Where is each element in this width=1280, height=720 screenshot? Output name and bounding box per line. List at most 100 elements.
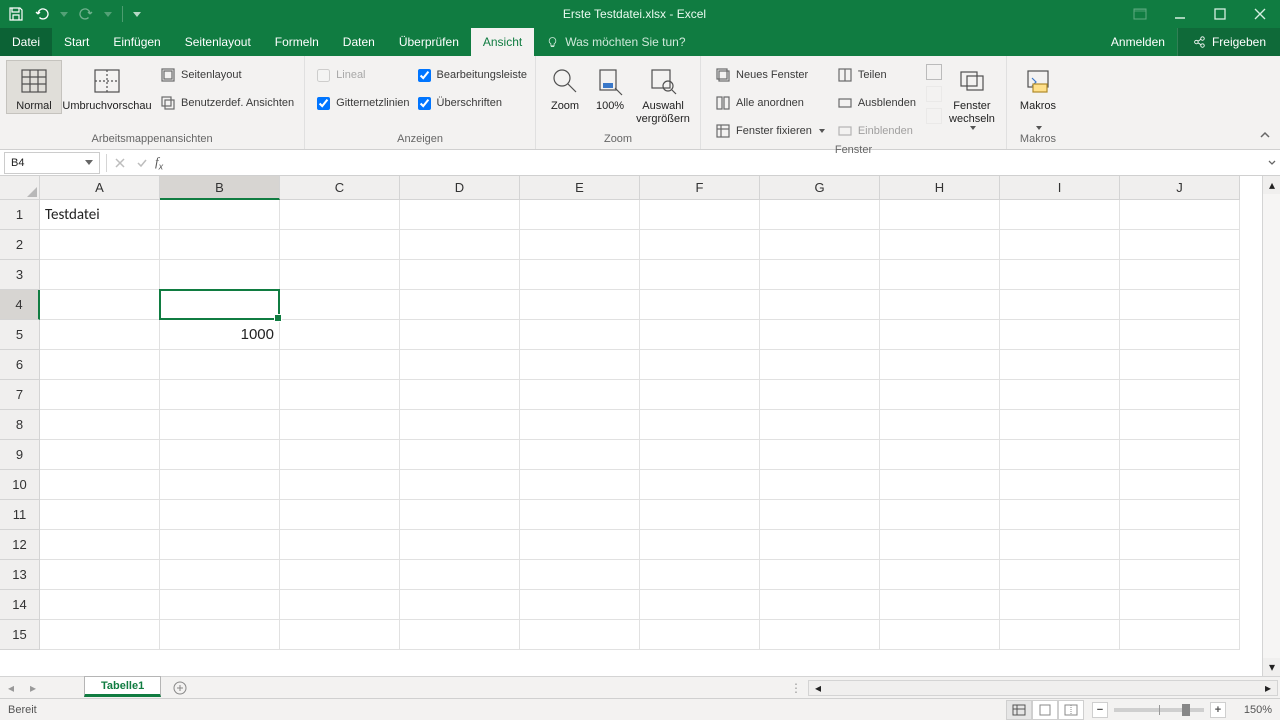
row-header[interactable]: 2 [0,230,40,260]
cell[interactable] [400,560,520,590]
cell[interactable] [760,230,880,260]
cell[interactable] [1120,410,1240,440]
freeze-panes-button[interactable]: Fenster fixieren [713,120,827,142]
cell[interactable] [640,230,760,260]
cell[interactable] [880,320,1000,350]
view-side-by-side-icon[interactable] [926,64,942,80]
cell[interactable] [400,410,520,440]
name-box[interactable]: B4 [4,152,100,174]
row-header[interactable]: 7 [0,380,40,410]
share-button[interactable]: Freigeben [1177,28,1280,56]
tab-start[interactable]: Start [52,28,101,56]
row-header[interactable]: 9 [0,440,40,470]
cell[interactable] [160,380,280,410]
tell-me-search[interactable]: Was möchten Sie tun? [534,28,1099,56]
cell[interactable] [160,500,280,530]
cell[interactable] [1120,290,1240,320]
cell[interactable] [1120,590,1240,620]
cell[interactable] [160,350,280,380]
formula-bar-expand-icon[interactable] [1264,158,1280,168]
cell[interactable] [1120,200,1240,230]
cell[interactable] [760,320,880,350]
row-header[interactable]: 3 [0,260,40,290]
cell[interactable] [160,530,280,560]
cell[interactable] [280,320,400,350]
cell[interactable] [520,320,640,350]
cell[interactable] [520,560,640,590]
cell[interactable] [760,260,880,290]
cell[interactable] [280,290,400,320]
cell[interactable] [760,590,880,620]
cell[interactable] [40,500,160,530]
cell[interactable] [520,500,640,530]
cell-grid[interactable]: Testdatei1000 [40,200,1262,676]
switch-windows-button[interactable]: Fenster wechseln [944,60,1000,131]
cell[interactable] [400,440,520,470]
maximize-icon[interactable] [1200,0,1240,28]
cell[interactable] [640,560,760,590]
close-icon[interactable] [1240,0,1280,28]
cell[interactable] [760,560,880,590]
cell[interactable] [160,590,280,620]
vertical-scrollbar[interactable]: ▴ ▾ [1262,176,1280,676]
zoom-out-button[interactable]: − [1092,702,1108,718]
cell[interactable] [1120,470,1240,500]
cell[interactable] [160,230,280,260]
cell[interactable] [40,590,160,620]
zoom-percent[interactable]: 150% [1232,704,1272,716]
normal-view-status-icon[interactable] [1006,700,1032,720]
cell[interactable] [520,200,640,230]
cell[interactable] [880,560,1000,590]
cell[interactable] [400,260,520,290]
page-layout-status-icon[interactable] [1032,700,1058,720]
cell[interactable] [1000,560,1120,590]
cell[interactable] [1000,320,1120,350]
cell[interactable] [160,620,280,650]
cell[interactable] [280,440,400,470]
cell[interactable] [40,530,160,560]
column-header[interactable]: D [400,176,520,200]
cell[interactable] [40,410,160,440]
cell[interactable] [1120,620,1240,650]
sheet-nav-prev-icon[interactable]: ◂ [0,677,22,698]
tab-view[interactable]: Ansicht [471,28,534,56]
cell[interactable] [400,470,520,500]
new-window-button[interactable]: Neues Fenster [713,64,827,86]
column-header[interactable]: I [1000,176,1120,200]
column-header[interactable]: E [520,176,640,200]
cell[interactable] [1120,500,1240,530]
cell[interactable] [640,320,760,350]
sheet-tab-active[interactable]: Tabelle1 [84,676,161,697]
row-header[interactable]: 13 [0,560,40,590]
tab-pagelayout[interactable]: Seitenlayout [173,28,263,56]
cell[interactable] [760,290,880,320]
page-layout-button[interactable]: Seitenlayout [158,64,296,86]
undo-icon[interactable] [34,6,50,22]
cell[interactable] [1000,590,1120,620]
row-header[interactable]: 10 [0,470,40,500]
cell[interactable] [1000,260,1120,290]
cell[interactable] [520,230,640,260]
cell[interactable]: 1000 [160,320,280,350]
column-header[interactable]: A [40,176,160,200]
cell[interactable] [1000,350,1120,380]
cell[interactable] [880,380,1000,410]
cell[interactable] [640,200,760,230]
cell[interactable] [280,560,400,590]
scroll-right-icon[interactable]: ▸ [1259,679,1277,697]
tab-data[interactable]: Daten [331,28,387,56]
scroll-left-icon[interactable]: ◂ [809,679,827,697]
cell[interactable] [640,440,760,470]
row-header[interactable]: 6 [0,350,40,380]
cell[interactable] [40,320,160,350]
cell[interactable] [640,470,760,500]
cell[interactable] [520,410,640,440]
cell[interactable] [280,530,400,560]
cell[interactable] [880,440,1000,470]
cell[interactable] [880,530,1000,560]
cell[interactable] [640,500,760,530]
cell[interactable] [520,260,640,290]
zoom-selection-button[interactable]: Auswahl vergrößern [632,60,694,127]
custom-views-button[interactable]: Benutzerdef. Ansichten [158,92,296,114]
cell[interactable] [640,620,760,650]
